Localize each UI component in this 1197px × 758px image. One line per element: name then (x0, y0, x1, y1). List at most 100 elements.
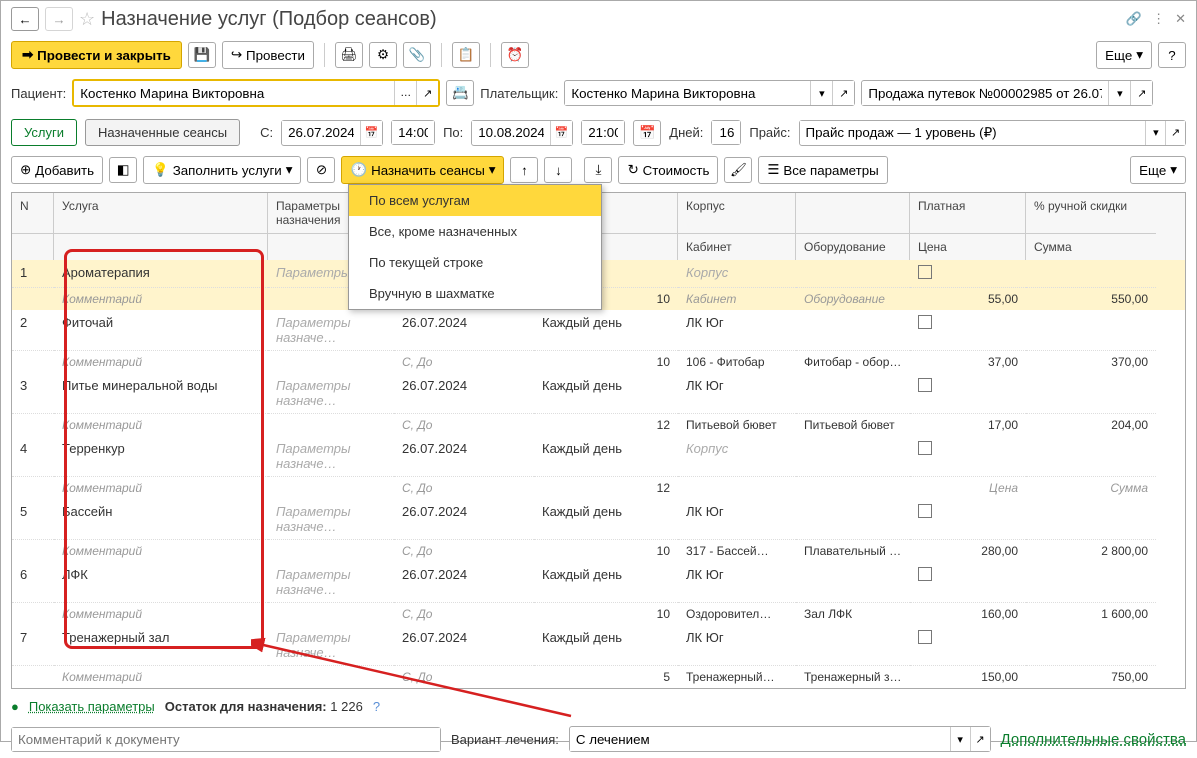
download-button[interactable]: ⤓ (584, 157, 612, 183)
to-label: По: (443, 125, 463, 140)
tab-services[interactable]: Услуги (11, 119, 77, 146)
table-row[interactable]: 6ЛФКПараметры назначе…26.07.2024Каждый д… (12, 562, 1185, 602)
payer-input[interactable] (565, 82, 810, 105)
price-input[interactable] (800, 121, 1146, 144)
kebab-icon[interactable]: ⋮ (1152, 11, 1165, 27)
paid-checkbox[interactable] (918, 378, 932, 392)
th-price[interactable]: Цена (910, 233, 1026, 260)
save-button[interactable]: 💾 (188, 42, 216, 68)
print-button[interactable]: 🖨 (335, 42, 363, 68)
paid-checkbox[interactable] (918, 504, 932, 518)
star-icon[interactable]: ☆ (79, 9, 95, 30)
forward-button[interactable]: → (45, 7, 73, 31)
table-subrow[interactable]: КомментарийС, До12ЦенаСумма (12, 476, 1185, 499)
table-row[interactable]: 2ФиточайПараметры назначе…26.07.2024Кажд… (12, 310, 1185, 350)
show-params-link[interactable]: Показать параметры (29, 699, 155, 714)
price-open[interactable]: ↗ (1165, 121, 1185, 145)
paid-checkbox[interactable] (918, 265, 932, 279)
doc-comment-input[interactable] (12, 728, 440, 751)
link-icon[interactable]: 🔗 (1126, 11, 1142, 27)
tab-sessions[interactable]: Назначенные сеансы (85, 119, 240, 146)
to-date[interactable] (472, 121, 550, 144)
more-button-2[interactable]: Еще ▾ (1130, 156, 1186, 184)
doc-field[interactable]: ▾ ↗ (861, 80, 1153, 106)
th-service[interactable]: Услуга (54, 193, 268, 233)
variant-open[interactable]: ↗ (970, 727, 990, 751)
calendar-button[interactable]: 📅 (633, 120, 661, 146)
extra-props-link[interactable]: Дополнительные свойства (1001, 731, 1186, 748)
th-equip2[interactable]: Оборудование (796, 233, 910, 260)
doc-open[interactable]: ↗ (1130, 81, 1152, 105)
table-row[interactable]: 7Тренажерный залПараметры назначе…26.07.… (12, 625, 1185, 665)
move-up-button[interactable]: ↑ (510, 157, 538, 183)
dropdown-item-except[interactable]: Все, кроме назначенных (349, 216, 601, 247)
clear-button[interactable]: ⊘ (307, 157, 335, 183)
all-params-button[interactable]: ☰ Все параметры (758, 156, 887, 184)
back-button[interactable]: ← (11, 7, 39, 31)
ellipsis-button[interactable]: … (394, 81, 416, 105)
help-icon[interactable]: ? (373, 699, 380, 714)
th-cabinet[interactable]: Кабинет (678, 233, 796, 260)
dropdown-item-current[interactable]: По текущей строке (349, 247, 601, 278)
open-button[interactable]: ↗ (416, 81, 438, 105)
table-row[interactable]: 3Питье минеральной водыПараметры назначе… (12, 373, 1185, 413)
table-subrow[interactable]: КомментарийС, До5Тренажерный…Тренажерный… (12, 665, 1185, 688)
table-subrow[interactable]: КомментарийС, До12Питьевой бюветПитьевой… (12, 413, 1185, 436)
clip-icon: 📎 (409, 47, 426, 63)
attach-button[interactable]: 📎 (403, 42, 431, 68)
help-button[interactable]: ? (1158, 42, 1186, 68)
variant-label: Вариант лечения: (451, 732, 559, 747)
from-date-cal[interactable]: 📅 (360, 121, 382, 145)
from-date[interactable] (282, 121, 360, 144)
dropdown-item-manual[interactable]: Вручную в шахматке (349, 278, 601, 309)
doc-drop[interactable]: ▾ (1108, 81, 1130, 105)
table-subrow[interactable]: КомментарийС, До10Оздоровител…Зал ЛФК160… (12, 602, 1185, 625)
to-time[interactable] (582, 121, 624, 144)
table-subrow[interactable]: КомментарийС, До10317 - Бассей…Плаватель… (12, 539, 1185, 562)
post-and-close-button[interactable]: ➡ Провести и закрыть (11, 41, 182, 69)
th-paid[interactable]: Платная (910, 193, 1026, 233)
payer-field[interactable]: ▾ ↗ (564, 80, 855, 106)
paid-checkbox[interactable] (918, 567, 932, 581)
patient-input[interactable] (74, 82, 394, 105)
post-button[interactable]: ↪ Провести (222, 41, 314, 69)
compare-icon: 📋 (458, 47, 475, 63)
table-subrow[interactable]: КомментарийС, До10106 - ФитобарФитобар -… (12, 350, 1185, 373)
to-date-cal[interactable]: 📅 (550, 121, 572, 145)
plus-icon: ⊕ (20, 162, 31, 178)
fill-services-button[interactable]: 💡 Заполнить услуги ▾ (143, 156, 301, 184)
dropdown-item-all[interactable]: По всем услугам (349, 185, 601, 216)
from-time[interactable] (392, 121, 434, 144)
th-corpus[interactable]: Корпус (678, 193, 796, 233)
payer-open[interactable]: ↗ (832, 81, 854, 105)
patient-field[interactable]: … ↗ (72, 79, 440, 107)
th-equip[interactable] (796, 193, 910, 233)
paid-checkbox[interactable] (918, 630, 932, 644)
variant-input[interactable] (570, 728, 950, 751)
cost-button[interactable]: ↻ Стоимость (618, 156, 718, 184)
alarm-button[interactable]: ⏰ (501, 42, 529, 68)
payer-drop[interactable]: ▾ (810, 81, 832, 105)
days-input[interactable] (712, 121, 740, 144)
th-discount[interactable]: % ручной скидки (1026, 193, 1156, 233)
variant-drop[interactable]: ▾ (950, 727, 970, 751)
paid-checkbox[interactable] (918, 441, 932, 455)
brush-button[interactable]: 🖌 (724, 157, 752, 183)
paid-checkbox[interactable] (918, 315, 932, 329)
th-n[interactable]: N (12, 193, 54, 233)
close-icon[interactable]: ✕ (1175, 11, 1186, 27)
assign-sessions-button[interactable]: 🕐 Назначить сеансы ▾ (341, 156, 504, 184)
settings-button[interactable]: ⚙ (369, 42, 397, 68)
compare-button[interactable]: 📋 (452, 42, 480, 68)
add-button[interactable]: ⊕ Добавить (11, 156, 103, 184)
patient-card-button[interactable]: 📇 (446, 80, 474, 106)
table-row[interactable]: 4ТерренкурПараметры назначе…26.07.2024Ка… (12, 436, 1185, 476)
save-icon: 💾 (194, 47, 211, 63)
table-row[interactable]: 5БассейнПараметры назначе…26.07.2024Кажд… (12, 499, 1185, 539)
hier-button[interactable]: ◧ (109, 157, 137, 183)
move-down-button[interactable]: ↓ (544, 157, 572, 183)
doc-input[interactable] (862, 82, 1108, 105)
more-button-1[interactable]: Еще ▾ (1096, 41, 1152, 69)
price-drop[interactable]: ▾ (1145, 121, 1165, 145)
th-sum[interactable]: Сумма (1026, 233, 1156, 260)
